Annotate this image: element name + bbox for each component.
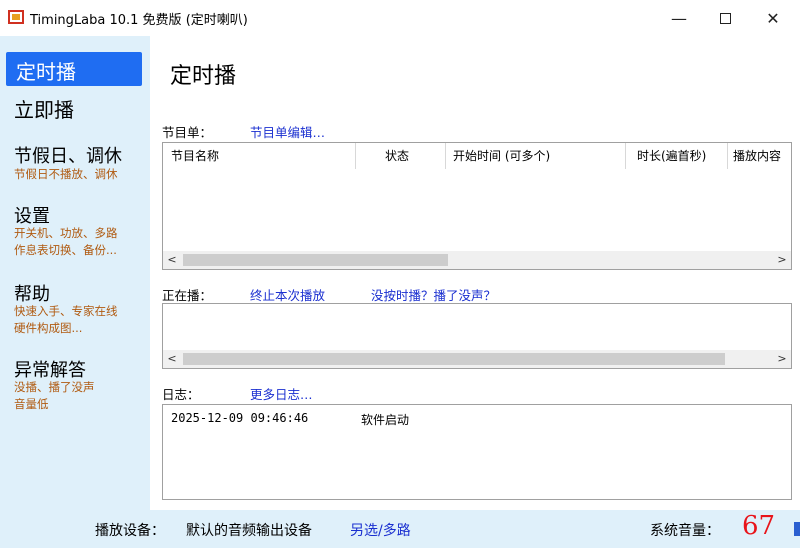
close-button[interactable]: ✕ bbox=[750, 0, 796, 36]
column-header-program-name[interactable]: 节目名称 bbox=[171, 143, 351, 169]
column-header-start-time[interactable]: 开始时间 (可多个) bbox=[453, 143, 623, 169]
column-header-status[interactable]: 状态 bbox=[385, 143, 445, 169]
close-icon: ✕ bbox=[766, 8, 780, 28]
now-playing-label: 正在播： bbox=[162, 288, 213, 303]
now-playing-list[interactable]: < > bbox=[162, 303, 792, 369]
sidebar-item-help-desc: 快速入手、专家在线 硬件构成图... bbox=[14, 304, 118, 335]
maximize-icon bbox=[719, 12, 731, 24]
column-divider[interactable] bbox=[355, 143, 356, 169]
column-divider[interactable] bbox=[445, 143, 446, 169]
minimize-icon: — bbox=[671, 8, 687, 28]
scroll-right-icon[interactable]: > bbox=[773, 350, 791, 368]
sidebar-item-holiday-desc: 节假日不播放、调休 bbox=[14, 167, 118, 181]
window-title: TimingLaba 10.1 免费版 (定时喇叭) bbox=[30, 13, 248, 28]
volume-value: 67 bbox=[742, 511, 776, 541]
app-icon bbox=[8, 10, 24, 24]
program-list-scrollbar[interactable]: < > bbox=[163, 251, 791, 269]
scroll-left-icon[interactable]: < bbox=[163, 251, 181, 269]
page-title: 定时播 bbox=[170, 64, 237, 89]
column-header-duration[interactable]: 时长(遍首秒) bbox=[637, 143, 727, 169]
sidebar-item-scheduled-play[interactable]: 定时播 bbox=[6, 52, 142, 86]
column-divider[interactable] bbox=[727, 143, 728, 169]
program-list-table[interactable]: 节目名称 状态 开始时间 (可多个) 时长(遍首秒) 播放内容 < > bbox=[162, 142, 792, 270]
scrollbar-thumb[interactable] bbox=[183, 254, 448, 266]
sidebar: 定时播 立即播 节假日、调休 节假日不播放、调休 设置 开关机、功放、多路 作息… bbox=[0, 36, 150, 510]
program-list-label: 节目单： bbox=[162, 125, 213, 140]
sidebar-item-holiday[interactable]: 节假日、调休 bbox=[14, 142, 122, 168]
main-panel: 定时播 节目单： 节目单编辑… 节目名称 状态 开始时间 (可多个) 时长(遍首… bbox=[150, 36, 800, 510]
sidebar-item-troubleshoot-desc: 没播、播了没声 音量低 bbox=[14, 380, 95, 411]
device-value: 默认的音频输出设备 bbox=[186, 523, 312, 539]
log-entry-message: 软件启动 bbox=[361, 413, 410, 427]
more-logs-link[interactable]: 更多日志… bbox=[250, 384, 313, 403]
playback-help-link[interactable]: 没按时播？播了没声？ bbox=[371, 285, 496, 304]
status-bar: 播放设备： 默认的音频输出设备 另选/多路 系统音量： 67 bbox=[0, 510, 800, 548]
minimize-button[interactable]: — bbox=[656, 0, 702, 36]
program-edit-link[interactable]: 节目单编辑… bbox=[250, 122, 325, 141]
volume-label: 系统音量： bbox=[650, 523, 720, 539]
sidebar-item-settings-desc: 开关机、功放、多路 作息表切换、备份... bbox=[14, 226, 118, 257]
scrollbar-thumb[interactable] bbox=[183, 353, 725, 365]
sidebar-item-instant-play[interactable]: 立即播 bbox=[14, 94, 74, 123]
maximize-button[interactable] bbox=[702, 0, 748, 36]
column-divider[interactable] bbox=[625, 143, 626, 169]
alt-device-link[interactable]: 另选/多路 bbox=[350, 520, 411, 540]
title-bar: TimingLaba 10.1 免费版 (定时喇叭) — ✕ bbox=[0, 0, 800, 36]
scroll-left-icon[interactable]: < bbox=[163, 350, 181, 368]
log-label: 日志： bbox=[162, 387, 200, 402]
device-label: 播放设备： bbox=[95, 523, 165, 539]
now-playing-scrollbar[interactable]: < > bbox=[163, 350, 791, 368]
column-header-content[interactable]: 播放内容 bbox=[733, 143, 791, 169]
stop-playback-link[interactable]: 终止本次播放 bbox=[250, 285, 325, 304]
status-edge-indicator bbox=[794, 522, 800, 536]
log-panel[interactable]: 2025-12-09 09:46:46 软件启动 bbox=[162, 404, 792, 500]
scroll-right-icon[interactable]: > bbox=[773, 251, 791, 269]
log-entry-time: 2025-12-09 09:46:46 bbox=[171, 411, 309, 425]
